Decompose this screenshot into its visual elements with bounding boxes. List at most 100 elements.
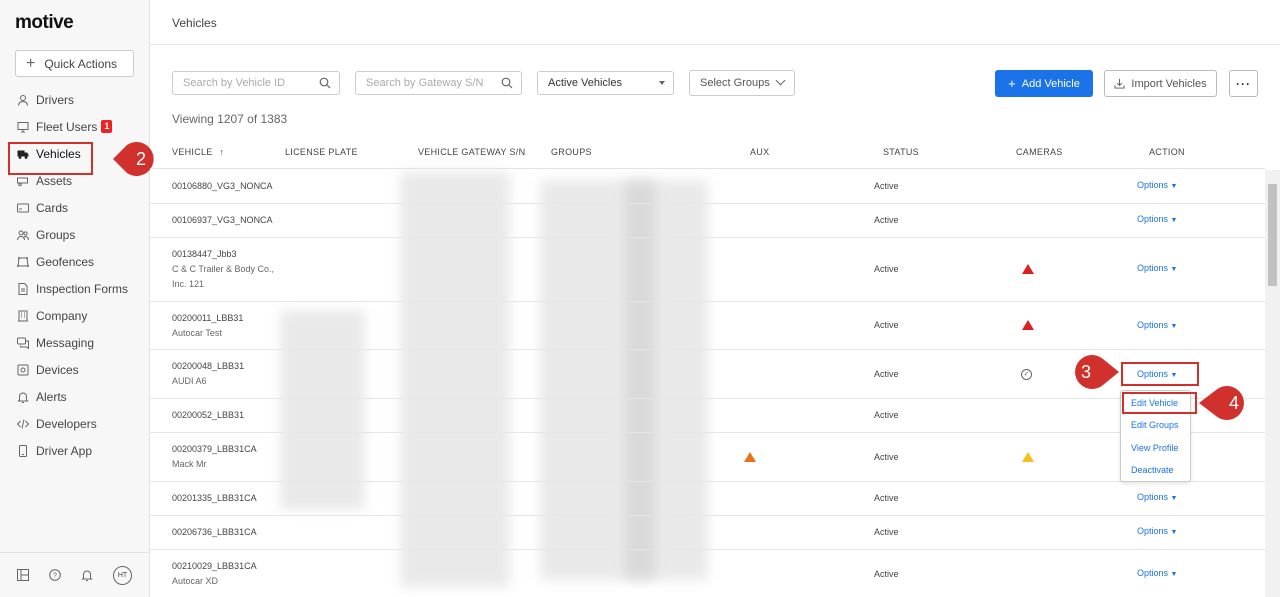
edit-vehicle-highlight-box <box>1122 392 1197 414</box>
vertical-scrollbar[interactable] <box>1265 170 1280 597</box>
deactivate-menu-item[interactable]: Deactivate <box>1131 465 1174 475</box>
geofence-icon <box>17 256 29 267</box>
map-icon[interactable] <box>17 569 29 581</box>
view-profile-menu-item[interactable]: View Profile <box>1131 443 1178 453</box>
vehicle-info[interactable]: 00210029_LBB31CA Autocar XD <box>172 559 257 589</box>
vehicle-status-select[interactable]: Active Vehicles <box>537 71 674 95</box>
table-row[interactable]: 00106880_VG3_NONCA Active Options ▼ <box>150 170 1265 204</box>
top-bar: Vehicles <box>150 0 1280 45</box>
motive-logo[interactable]: motive <box>15 12 74 34</box>
edit-groups-menu-item[interactable]: Edit Groups <box>1131 420 1179 430</box>
table-row[interactable]: 00138447_Jbb3 C & C Trailer & Body Co., … <box>150 238 1265 302</box>
vehicle-id[interactable]: 00200052_LBB31 <box>172 408 244 423</box>
options-dropdown[interactable]: Options ▼ <box>1137 214 1177 224</box>
sidebar-item-label: Devices <box>36 362 79 377</box>
caret-down-icon: ▼ <box>1170 266 1178 273</box>
table-row[interactable]: 00200379_LBB31CA Mack Mr Active <box>150 433 1265 482</box>
sidebar-item-devices[interactable]: Devices <box>0 356 150 383</box>
sidebar-item-label: Geofences <box>36 254 95 269</box>
more-options-button[interactable]: ··· <box>1229 70 1258 97</box>
vehicle-info[interactable]: 00200379_LBB31CA Mack Mr <box>172 442 257 472</box>
camera-ok-icon[interactable]: ✓ <box>1021 369 1032 380</box>
column-header-vehicle[interactable]: VEHICLE ↑ <box>172 147 224 157</box>
scrollbar-thumb[interactable] <box>1268 184 1277 286</box>
options-dropdown[interactable]: Options ▼ <box>1137 263 1177 273</box>
vehicle-id: 00200379_LBB31CA <box>172 444 257 454</box>
sidebar-item-label: Messaging <box>36 335 95 350</box>
sidebar-item-driver-app[interactable]: Driver App <box>0 437 150 464</box>
sidebar-item-geofences[interactable]: Geofences <box>0 248 150 275</box>
sidebar-item-label: Inspection Forms <box>36 281 129 296</box>
step-4-callout: 4 <box>1199 386 1244 420</box>
sidebar-item-drivers[interactable]: Drivers <box>0 86 150 113</box>
sidebar-item-company[interactable]: Company <box>0 302 150 329</box>
vehicles-highlight-box <box>8 142 93 175</box>
vehicle-id-search-input[interactable]: Search by Vehicle ID <box>172 71 340 95</box>
vehicle-id[interactable]: 00106937_VG3_NONCA <box>172 213 273 228</box>
bell-icon <box>17 392 29 403</box>
options-dropdown[interactable]: Options ▼ <box>1137 526 1177 536</box>
column-header-license-plate: LICENSE PLATE <box>285 147 358 157</box>
vehicle-id: 00200048_LBB31 <box>172 361 245 371</box>
groups-select[interactable]: Select Groups <box>689 70 795 96</box>
step-3-callout: 3 <box>1075 355 1119 389</box>
table-row[interactable]: 00106937_VG3_NONCA Active Options ▼ <box>150 204 1265 238</box>
sidebar-item-messaging[interactable]: Messaging <box>0 329 150 356</box>
sidebar-item-label: Company <box>36 308 88 323</box>
aux-warning-icon[interactable] <box>744 452 756 462</box>
quick-actions-button[interactable]: + Quick Actions <box>15 50 134 77</box>
options-dropdown[interactable]: Options ▼ <box>1137 492 1177 502</box>
add-vehicle-button[interactable]: + Add Vehicle <box>995 70 1093 97</box>
help-icon[interactable]: ? <box>49 569 61 581</box>
step-4-label: 4 <box>1229 393 1239 413</box>
table-row[interactable]: 00210029_LBB31CA Autocar XD Active Optio… <box>150 550 1265 597</box>
options-dropdown[interactable]: Options ▼ <box>1137 180 1177 190</box>
column-header-aux: AUX <box>750 147 770 157</box>
vehicle-model: Inc. 121 <box>172 279 205 289</box>
person-icon <box>18 94 28 106</box>
table-row[interactable]: 00206736_LBB31CA Active Options ▼ <box>150 516 1265 550</box>
building-icon <box>18 310 28 321</box>
table-row[interactable]: 00200052_LBB31 Active <box>150 399 1265 433</box>
table-row[interactable]: 00201335_LBB31CA Active Options ▼ <box>150 482 1265 516</box>
vehicle-make: Mack Mr <box>172 459 207 469</box>
status-select-value: Active Vehicles <box>548 77 622 89</box>
sidebar-item-label: Driver App <box>36 443 93 458</box>
status-text: Active <box>874 569 899 579</box>
gateway-search-input[interactable]: Search by Gateway S/N <box>355 71 522 95</box>
user-avatar[interactable]: HT <box>113 565 132 585</box>
import-vehicles-button[interactable]: Import Vehicles <box>1104 70 1217 97</box>
vehicle-id: 00200011_LBB31 <box>172 313 244 323</box>
camera-warning-icon[interactable] <box>1022 320 1034 330</box>
options-dropdown[interactable]: Options ▼ <box>1137 568 1177 578</box>
sidebar-item-groups[interactable]: Groups <box>0 221 150 248</box>
table-row[interactable]: 00200011_LBB31 Autocar Test Active Optio… <box>150 302 1265 350</box>
vehicle-info[interactable]: 00138447_Jbb3 C & C Trailer & Body Co., … <box>172 247 274 292</box>
vehicle-info[interactable]: 00200011_LBB31 Autocar Test <box>172 311 243 341</box>
plus-icon: + <box>26 54 36 72</box>
sidebar-item-fleet-users[interactable]: Fleet Users 1 <box>0 113 150 140</box>
status-text: Active <box>874 215 899 225</box>
vehicle-id[interactable]: 00206736_LBB31CA <box>172 525 257 540</box>
options-dropdown[interactable]: Options ▼ <box>1137 320 1177 330</box>
camera-warning-icon[interactable] <box>1022 264 1034 274</box>
vehicle-id[interactable]: 00106880_VG3_NONCA <box>172 179 273 194</box>
column-header-gateway: VEHICLE GATEWAY S/N <box>418 147 526 157</box>
column-header-status: STATUS <box>883 147 919 157</box>
camera-warning-icon[interactable] <box>1022 452 1034 462</box>
vehicle-id[interactable]: 00201335_LBB31CA <box>172 491 257 506</box>
vehicle-make: Autocar Test <box>172 328 222 338</box>
phone-icon <box>19 444 27 457</box>
groups-select-value: Select Groups <box>700 77 770 89</box>
status-text: Active <box>874 181 899 191</box>
vehicle-info[interactable]: 00200048_LBB31 AUDI A6 <box>172 359 244 389</box>
document-icon <box>18 282 28 295</box>
chat-icon <box>17 337 29 349</box>
vehicle-make: AUDI A6 <box>172 376 207 386</box>
notifications-icon[interactable] <box>81 569 93 581</box>
sidebar-item-cards[interactable]: Cards <box>0 194 150 221</box>
sidebar-item-inspection-forms[interactable]: Inspection Forms <box>0 275 150 302</box>
sidebar-item-alerts[interactable]: Alerts <box>0 383 150 410</box>
caret-down-icon: ▼ <box>1170 323 1178 330</box>
sidebar-item-developers[interactable]: Developers <box>0 410 150 437</box>
